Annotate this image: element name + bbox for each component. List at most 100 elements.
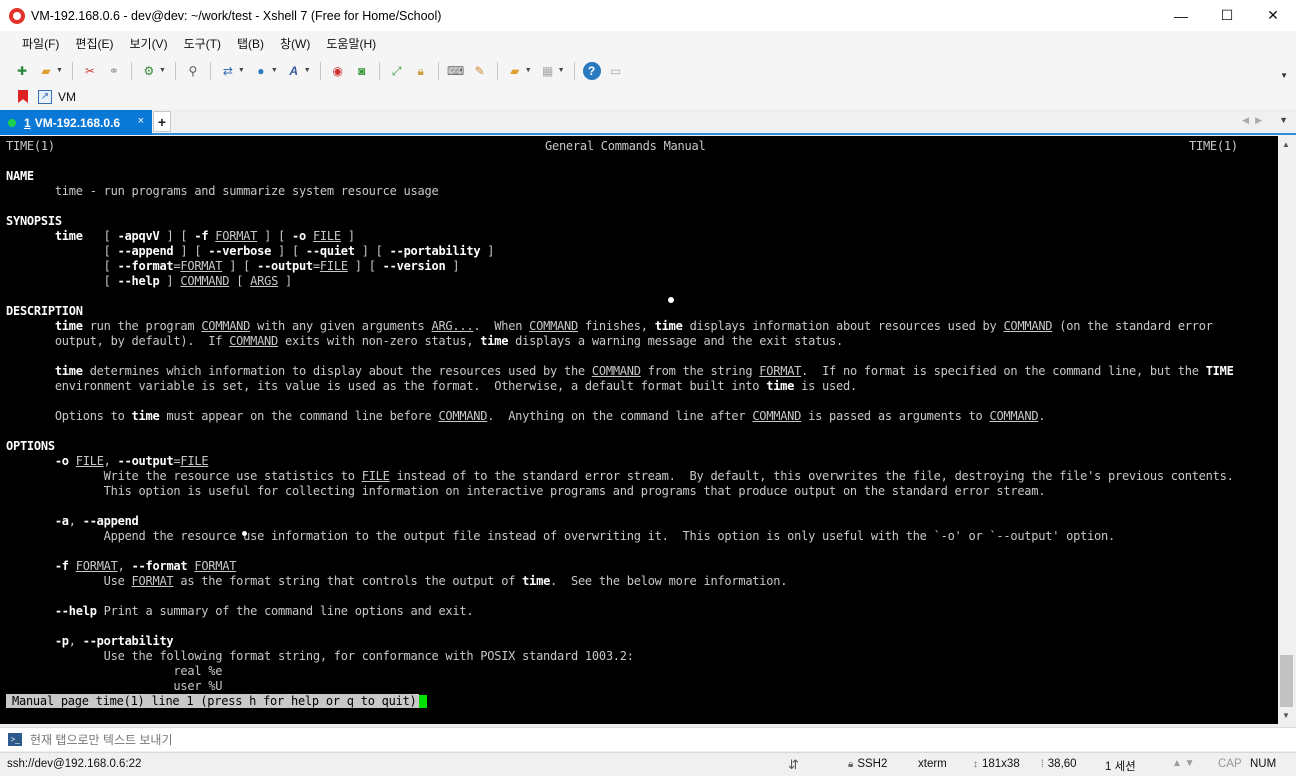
transfer-icon[interactable]: ⇄ xyxy=(219,62,237,80)
scroll-up-icon[interactable]: ▲ xyxy=(1282,140,1290,149)
properties-dropdown-icon[interactable]: ▼ xyxy=(159,67,166,74)
description-heading: DESCRIPTION xyxy=(6,304,83,318)
compose-bar[interactable]: >_ 현재 탭으로만 텍스트 보내기 xyxy=(0,727,1296,751)
toolbar-separator xyxy=(319,61,321,80)
lock-icon[interactable]: 🔒︎ xyxy=(412,62,430,80)
layout-icon[interactable]: ▦ xyxy=(539,62,557,80)
terminal-line: output, by default). If COMMAND exits wi… xyxy=(6,334,843,348)
tab-number: 1 xyxy=(24,115,31,130)
toolbar-separator xyxy=(437,61,439,80)
reconnect-icon[interactable]: ⚭ xyxy=(105,62,123,80)
tab-scroll-arrows-icon[interactable]: ◀▶ xyxy=(1242,115,1268,126)
man-header-left: TIME(1) xyxy=(6,139,55,153)
close-button[interactable]: ✕ xyxy=(1250,0,1296,31)
terminal-line: Options to time must appear on the comma… xyxy=(6,409,1046,423)
terminal-size: ↕ 181x38 xyxy=(973,758,1020,770)
new-folder-icon[interactable]: ▰ xyxy=(506,62,524,80)
terminal-line: Use the following format string, for con… xyxy=(6,649,634,663)
transfer-dropdown-icon[interactable]: ▼ xyxy=(238,67,245,74)
compose-input[interactable]: 현재 탭으로만 텍스트 보내기 xyxy=(30,731,172,748)
font-icon[interactable]: A xyxy=(285,62,303,80)
terminal-line: -o FILE, --output=FILE xyxy=(54,454,209,468)
menu-tools[interactable]: 도구(T) xyxy=(176,33,229,55)
terminal-line: time - run programs and summarize system… xyxy=(6,184,439,199)
menu-edit[interactable]: 편집(E) xyxy=(67,33,121,55)
tab-session[interactable]: 1 VM-192.168.0.6 × xyxy=(0,110,152,135)
name-heading: NAME xyxy=(6,169,34,183)
terminal-scrollbar[interactable]: ▲ ▼ xyxy=(1278,136,1296,724)
cursor-position: ⁞ 38,60 xyxy=(1041,758,1077,770)
terminal[interactable]: TIME(1) General Commands Manual TIME(1) NA… xyxy=(0,136,1278,724)
terminal-line: user %U xyxy=(6,679,223,693)
pager-status-line: Manual page time(1) line 1 (press h for … xyxy=(6,694,427,709)
connected-status-icon xyxy=(8,118,16,127)
toolbar-overflow-icon[interactable]: ▼ xyxy=(1280,71,1288,80)
lock-status-icon: 🔒︎ xyxy=(848,759,854,770)
num-lock-indicator: NUM xyxy=(1250,758,1277,770)
menu-file[interactable]: 파일(F) xyxy=(14,33,67,55)
highlighter-icon[interactable]: ✎ xyxy=(471,62,489,80)
keyboard-icon[interactable]: ⌨ xyxy=(447,62,465,80)
globe-icon[interactable]: ● xyxy=(252,62,270,80)
tab-label: VM-192.168.0.6 xyxy=(34,115,121,130)
minimize-button[interactable]: — xyxy=(1158,0,1204,31)
session-nav-icon[interactable]: ▲ ▼ xyxy=(1172,758,1195,769)
xshell-app-icon xyxy=(9,7,25,24)
new-session-icon[interactable]: ✚ xyxy=(13,62,31,80)
terminal-cursor xyxy=(418,695,427,708)
scrollbar-thumb[interactable] xyxy=(1280,655,1293,707)
bookmark-icon[interactable] xyxy=(18,90,28,103)
fullscreen-icon[interactable]: ⤢ xyxy=(388,62,406,80)
toolbar-separator xyxy=(573,61,575,80)
transfer-status-icon[interactable]: ⇵ xyxy=(788,757,799,773)
menu-window[interactable]: 창(W) xyxy=(272,33,318,55)
toolbar-separator xyxy=(496,61,498,80)
terminal-type: xterm xyxy=(918,758,947,770)
window-controls: — ☐ ✕ xyxy=(1158,0,1296,31)
open-dropdown-icon[interactable]: ▼ xyxy=(56,67,63,74)
terminal-line: real %e xyxy=(6,664,223,678)
xftp-icon[interactable]: ◙ xyxy=(353,62,371,80)
terminal-line: [ --append ] [ --verbose ] [ --quiet ] [… xyxy=(6,244,495,258)
tab-list-icon[interactable]: ▼ xyxy=(1279,115,1288,125)
man-header-center: General Commands Manual xyxy=(545,139,706,153)
toolbar-separator xyxy=(209,61,211,80)
menu-view[interactable]: 보기(V) xyxy=(121,33,175,55)
man-header: TIME(1) General Commands Manual TIME(1) xyxy=(6,139,1238,154)
xshell-icon[interactable]: ◉ xyxy=(329,62,347,80)
toolbar-separator xyxy=(174,61,176,80)
help-icon[interactable]: ? xyxy=(582,61,601,80)
tab-close-icon[interactable]: × xyxy=(138,115,144,127)
terminal-line: [ --help ] COMMAND [ ARGS ] xyxy=(6,274,293,288)
terminal-line: time determines which information to dis… xyxy=(54,364,1234,378)
resize-icon: ↕ xyxy=(973,759,978,770)
toolbar-separator xyxy=(71,61,73,80)
synopsis-heading: SYNOPSIS xyxy=(6,214,62,228)
terminal-line: Use FORMAT as the format string that con… xyxy=(6,574,788,588)
font-dropdown-icon[interactable]: ▼ xyxy=(304,67,311,74)
properties-icon[interactable]: ⚙ xyxy=(140,62,158,80)
disconnect-icon[interactable]: ✂ xyxy=(81,62,99,80)
toolbar-separator xyxy=(378,61,380,80)
layout-dropdown-icon[interactable]: ▼ xyxy=(558,67,565,74)
terminal-line: -p, --portability xyxy=(54,634,174,648)
toolbar: ✚ ▰ ▼ ✂ ⚭ ⚙ ▼ ⚲ ⇄ ▼ ● ▼ A ▼ ◉ ◙ ⤢ 🔒︎ ⌨ ✎… xyxy=(0,57,1296,84)
terminal-line: -f FORMAT, --format FORMAT xyxy=(54,559,237,573)
terminal-line: --help Print a summary of the command li… xyxy=(54,604,474,618)
terminal-line: This option is useful for collecting inf… xyxy=(6,484,1046,498)
terminal-line: time run the program COMMAND with any gi… xyxy=(54,319,1213,333)
scroll-down-icon[interactable]: ▼ xyxy=(1282,711,1290,720)
folder-dropdown-icon[interactable]: ▼ xyxy=(525,67,532,74)
link-vm[interactable]: VM xyxy=(58,90,76,104)
chat-icon[interactable]: ▭ xyxy=(607,62,625,80)
session-count: 1 세션 xyxy=(1105,761,1136,773)
caps-lock-indicator: CAP xyxy=(1218,758,1242,770)
cursor-pos-icon: ⁞ xyxy=(1041,759,1044,770)
menu-tab[interactable]: 탭(B) xyxy=(229,33,272,55)
menu-help[interactable]: 도움말(H) xyxy=(318,33,384,55)
globe-dropdown-icon[interactable]: ▼ xyxy=(271,67,278,74)
find-icon[interactable]: ⚲ xyxy=(184,62,202,80)
maximize-button[interactable]: ☐ xyxy=(1204,0,1250,31)
open-folder-icon[interactable]: ▰ xyxy=(37,62,55,80)
add-tab-button[interactable]: + xyxy=(153,111,171,132)
